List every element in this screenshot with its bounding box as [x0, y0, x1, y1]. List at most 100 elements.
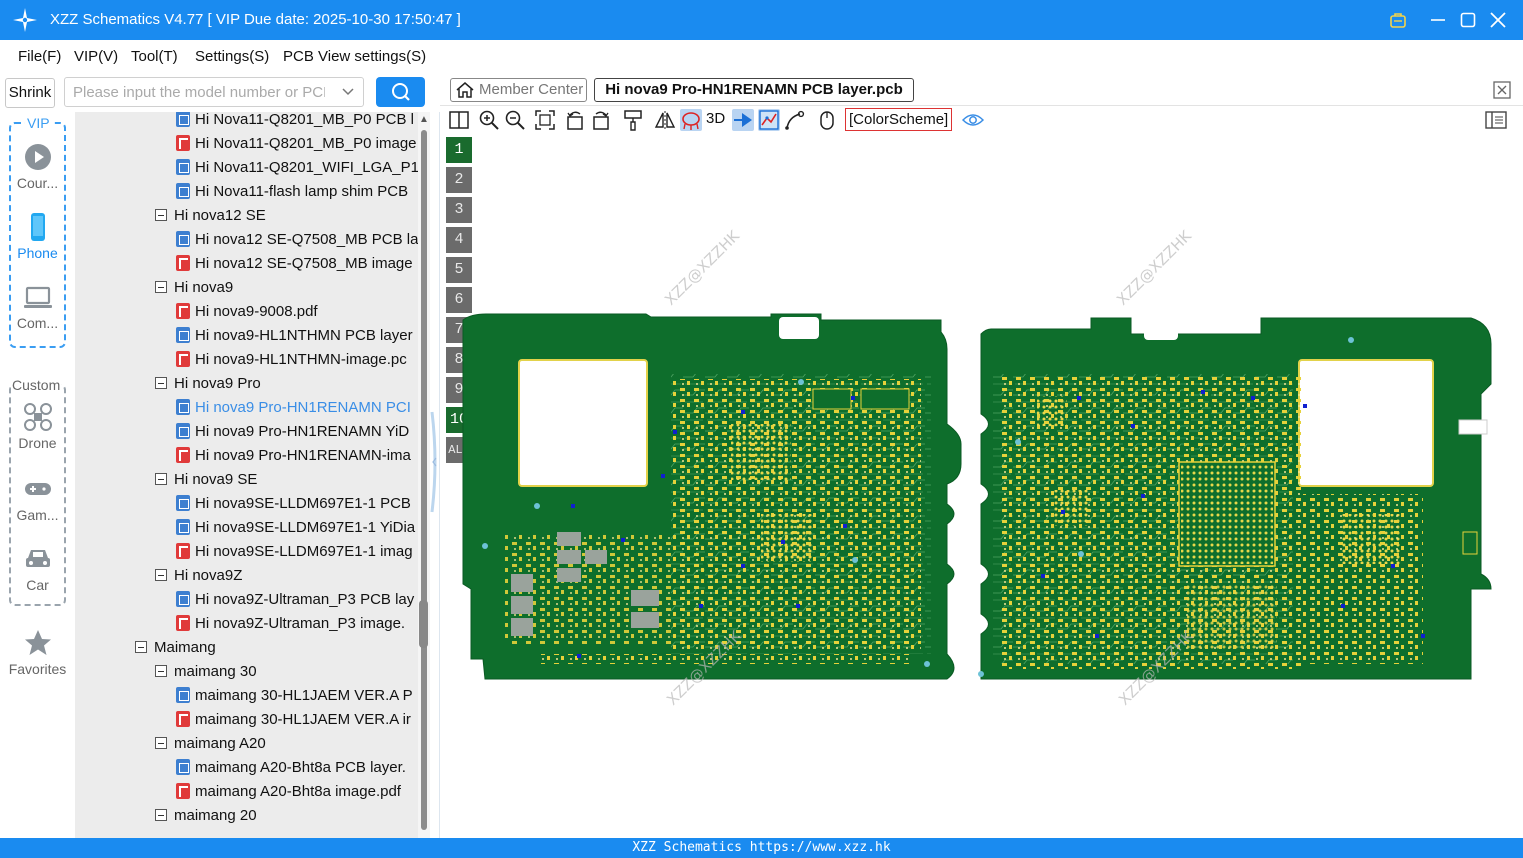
tree-file[interactable]: Hi nova9SE-LLDM697E1-1 imag — [176, 540, 418, 564]
tree-file[interactable]: Hi nova9 Pro-HN1RENAMN-ima — [176, 444, 418, 468]
nav-computer[interactable]: Com... — [0, 282, 75, 331]
tree-item-label: Hi nova9-9008.pdf — [195, 303, 318, 320]
pdf-file-icon — [176, 615, 190, 631]
zoom-out-icon[interactable] — [504, 109, 526, 131]
nav-drone[interactable]: Drone — [0, 402, 75, 451]
paint-brush-icon[interactable] — [622, 109, 644, 131]
minimize-icon[interactable] — [1424, 6, 1452, 34]
home-icon — [456, 82, 474, 98]
collapse-arrow-icon[interactable] — [430, 112, 440, 838]
pdf-file-icon — [176, 255, 190, 271]
collapse-toggle-icon[interactable] — [155, 569, 167, 581]
menu-vip[interactable]: VIP(V) — [74, 48, 118, 65]
tree-file[interactable]: Hi Nova11-Q8201_MB_P0 image — [176, 132, 418, 156]
pin-arrow-icon[interactable] — [732, 109, 754, 131]
tree-folder[interactable]: maimang A20 — [155, 732, 418, 756]
search-button[interactable] — [376, 77, 425, 107]
rotate-left-icon[interactable] — [564, 109, 586, 131]
tree-folder[interactable]: Hi nova12 SE — [155, 204, 418, 228]
nav-game[interactable]: Gam... — [0, 474, 75, 523]
tree-file[interactable]: Hi nova9-HL1NTHMN PCB layer — [176, 324, 418, 348]
tree-file[interactable]: Hi nova9 Pro-HN1RENAMN YiD — [176, 420, 418, 444]
tree-file[interactable]: Hi nova12 SE-Q7508_MB image — [176, 252, 418, 276]
tree-folder[interactable]: maimang 20 — [155, 804, 418, 828]
model-search-box[interactable] — [64, 77, 364, 107]
fit-view-icon[interactable] — [534, 109, 556, 131]
scroll-up-icon[interactable]: ▲ — [419, 114, 429, 125]
tree-folder[interactable]: Hi nova9 — [155, 276, 418, 300]
pcb-file-icon — [176, 231, 190, 247]
tree-item-label: Hi nova9SE-LLDM697E1-1 imag — [195, 543, 413, 560]
tree-file[interactable]: Hi Nova11-Q8201_MB_P0 PCB l — [176, 112, 418, 132]
collapse-toggle-icon[interactable] — [155, 809, 167, 821]
eye-icon[interactable] — [962, 109, 984, 131]
tree-file[interactable]: Hi nova12 SE-Q7508_MB PCB la — [176, 228, 418, 252]
close-icon[interactable] — [1484, 6, 1512, 34]
zoom-in-icon[interactable] — [478, 109, 500, 131]
collapse-toggle-icon[interactable] — [155, 737, 167, 749]
pdf-file-icon — [176, 447, 190, 463]
tree-item-label: Hi nova9 Pro-HN1RENAMN YiD — [195, 423, 410, 440]
mouse-icon[interactable] — [816, 109, 838, 131]
nav-phone[interactable]: Phone — [0, 212, 75, 261]
tree-file[interactable]: maimang 30-HL1JAEM VER.A P — [176, 684, 418, 708]
tree-file[interactable]: Hi nova9SE-LLDM697E1-1 PCB — [176, 492, 418, 516]
layer-view-icon[interactable] — [758, 109, 780, 131]
menu-tool[interactable]: Tool(T) — [131, 48, 178, 65]
3d-view-button[interactable]: 3D — [706, 110, 725, 127]
menu-settings[interactable]: Settings(S) — [195, 48, 269, 65]
tree-folder[interactable]: Maimang — [135, 636, 418, 660]
vip-bag-icon[interactable] — [1384, 6, 1412, 34]
model-search-input[interactable] — [65, 78, 325, 106]
trace-tool-icon[interactable] — [784, 109, 806, 131]
watermark-1: XZZ@XZZHK — [661, 226, 744, 309]
tree-file[interactable]: maimang 30-HL1JAEM VER.A ir — [176, 708, 418, 732]
tree-folder[interactable]: Hi nova9 SE — [155, 468, 418, 492]
collapse-toggle-icon[interactable] — [155, 209, 167, 221]
tree-file[interactable]: Hi nova9Z-Ultraman_P3 PCB lay — [176, 588, 418, 612]
mirror-icon[interactable] — [654, 109, 676, 131]
pcb-canvas[interactable]: 1 2 3 4 5 6 7 8 9 10 ALL XZZ@XZZHK XZZ@X… — [441, 134, 1523, 838]
color-scheme-button[interactable]: [ColorScheme] — [845, 108, 953, 131]
tree-file[interactable]: Hi nova9-9008.pdf — [176, 300, 418, 324]
collapse-toggle-icon[interactable] — [155, 473, 167, 485]
collapse-toggle-icon[interactable] — [135, 641, 147, 653]
tree-file[interactable]: Hi nova9 Pro-HN1RENAMN PCI — [176, 396, 418, 420]
split-view-icon[interactable] — [448, 109, 470, 131]
net-highlight-icon[interactable] — [680, 109, 702, 131]
nav-car-label: Car — [26, 577, 49, 593]
tree-folder[interactable]: Hi nova9 Pro — [155, 372, 418, 396]
file-tree: Hi Nova11-Q8201_MB_P0 PCB l Hi Nova11-Q82… — [75, 112, 418, 838]
close-all-tabs-icon[interactable] — [1493, 81, 1511, 99]
menu-file[interactable]: File(F) — [18, 48, 61, 65]
collapse-toggle-icon[interactable] — [155, 377, 167, 389]
tree-file[interactable]: Hi nova9-HL1NTHMN-image.pc — [176, 348, 418, 372]
tab-pcb-file[interactable]: Hi nova9 Pro-HN1RENAMN PCB layer.pcb — [594, 78, 914, 102]
shrink-button[interactable]: Shrink — [5, 78, 55, 108]
tab-member-center[interactable]: Member Center — [450, 78, 587, 102]
scroll-track[interactable] — [421, 130, 427, 830]
chevron-down-icon[interactable] — [341, 84, 355, 98]
tree-file[interactable]: maimang A20-Bht8a PCB layer. — [176, 756, 418, 780]
tree-file[interactable]: Hi Nova11-flash lamp shim PCB — [176, 180, 418, 204]
collapse-toggle-icon[interactable] — [155, 665, 167, 677]
menu-pcb-view-settings[interactable]: PCB View settings(S) — [283, 48, 426, 65]
tree-folder[interactable]: maimang 30 — [155, 660, 418, 684]
tree-file[interactable]: maimang A20-Bht8a image.pdf — [176, 780, 418, 804]
tree-scrollbar[interactable]: ▲ — [418, 112, 430, 838]
scroll-thumb[interactable] — [419, 600, 428, 648]
panel-toggle-icon[interactable] — [1485, 109, 1507, 131]
tree-file[interactable]: Hi nova9Z-Ultraman_P3 image. — [176, 612, 418, 636]
tree-file[interactable]: Hi nova9SE-LLDM697E1-1 YiDia — [176, 516, 418, 540]
collapse-toggle-icon[interactable] — [155, 281, 167, 293]
nav-courses[interactable]: Cour... — [0, 142, 75, 191]
maximize-icon[interactable] — [1454, 6, 1482, 34]
nav-favorites[interactable]: Favorites — [0, 628, 75, 677]
nav-car[interactable]: Car — [0, 544, 75, 593]
panel-splitter[interactable] — [430, 112, 440, 838]
rotate-right-icon[interactable] — [590, 109, 612, 131]
tree-file[interactable]: Hi Nova11-Q8201_WIFI_LGA_P1 — [176, 156, 418, 180]
tree-folder[interactable]: Hi nova9Z — [155, 564, 418, 588]
pcb-board-view[interactable]: XZZ@XZZHK XZZ@XZZHK XZZ@XZZHK XZZ@XZZHK — [441, 134, 1523, 838]
search-icon — [392, 83, 410, 101]
